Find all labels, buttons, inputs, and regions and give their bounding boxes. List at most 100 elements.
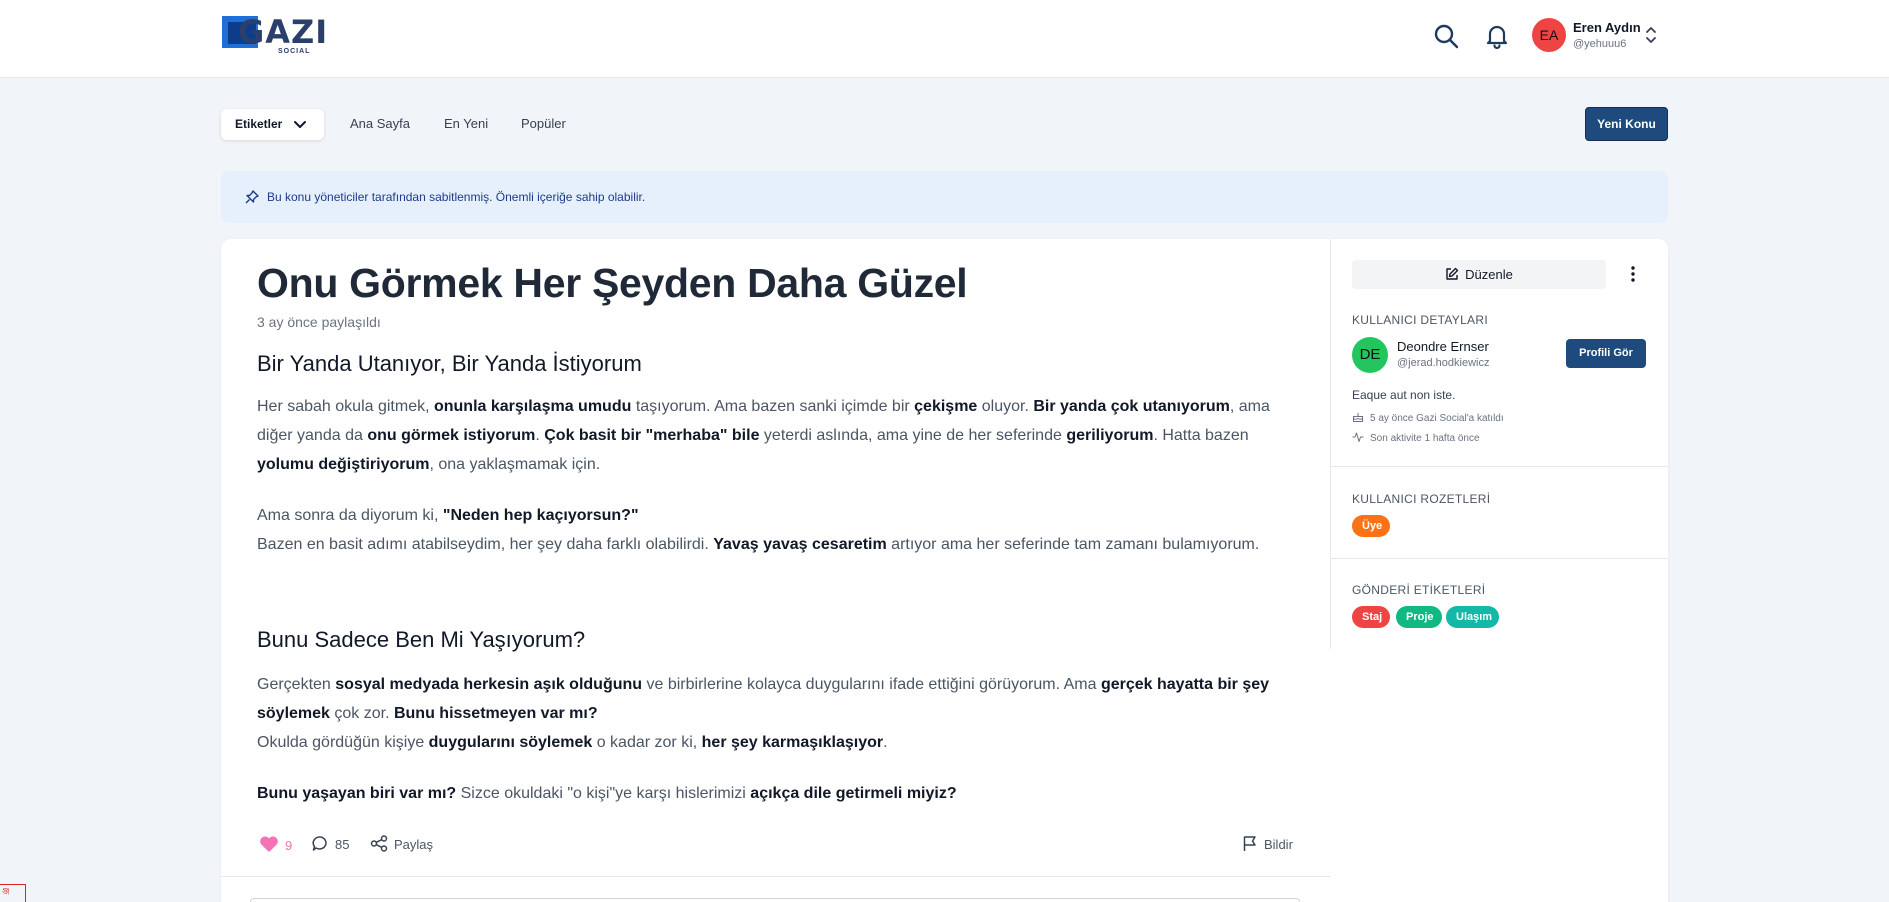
author-bio: Eaque aut non iste. bbox=[1352, 388, 1456, 402]
post-paragraph-2: Ama sonra da diyorum ki, "Neden hep kaçı… bbox=[257, 501, 1277, 559]
body-text: Her sabah okula gitmek, bbox=[257, 398, 434, 415]
emphasis-text: Bunu hissetmeyen var mı? bbox=[393, 705, 598, 722]
nav-link-home[interactable]: Ana Sayfa bbox=[350, 116, 410, 132]
author-handle: @jerad.hodkiewicz bbox=[1397, 357, 1490, 369]
edit-icon bbox=[1446, 267, 1459, 280]
body-text: oluyor. bbox=[977, 398, 1034, 415]
post-tags-heading: GÖNDERİ ETİKETLERİ bbox=[1352, 583, 1486, 597]
comment-input[interactable] bbox=[250, 898, 1300, 902]
emphasis-text: Yavaş yavaş cesaretim bbox=[713, 536, 887, 553]
post-paragraph-1: Her sabah okula gitmek, onunla karşılaşm… bbox=[257, 392, 1277, 479]
comment-count: 85 bbox=[335, 837, 350, 852]
nav-link-popular[interactable]: Popüler bbox=[521, 116, 566, 132]
body-text: Gerçekten bbox=[257, 676, 336, 693]
last-active-text: Son aktivite 1 hafta önce bbox=[1370, 433, 1480, 444]
post-heading-2: Bunu Sadece Ben Mi Yaşıyorum? bbox=[257, 627, 586, 652]
post-date: 3 ay önce paylaşıldı bbox=[257, 314, 381, 330]
like-button[interactable]: 9 bbox=[259, 835, 292, 854]
emphasis-text: onunla karşılaşma umudu bbox=[433, 398, 632, 415]
body-text: ve birbirlerine kolayca duygularını ifad… bbox=[642, 676, 1101, 693]
emphasis-text: geriliyorum bbox=[1066, 427, 1154, 444]
tag-ulasim[interactable]: Ulaşım bbox=[1446, 606, 1499, 628]
user-details-heading: KULLANICI DETAYLARI bbox=[1352, 313, 1488, 327]
emphasis-text: Bunu yaşayan biri var mı? bbox=[257, 785, 457, 802]
post-paragraph-3: Gerçekten sosyal medyada herkesin aşık o… bbox=[257, 670, 1277, 757]
user-name[interactable]: Eren Aydın bbox=[1573, 20, 1641, 36]
body-text: Ama sonra da diyorum ki, bbox=[257, 507, 443, 524]
gazi-social-logo[interactable]: GAZI SOCIAL bbox=[222, 14, 327, 58]
top-bar: GAZI SOCIAL EA Eren Aydın @yehuuu6 bbox=[0, 0, 1889, 78]
body-text: artıyor ama her seferinde tam zamanı bul… bbox=[886, 536, 1260, 553]
comment-icon bbox=[312, 836, 327, 851]
cake-icon bbox=[1353, 413, 1363, 422]
emphasis-text: onu görmek istiyorum bbox=[367, 427, 536, 444]
post-title: Onu Görmek Her Şeyden Daha Güzel bbox=[257, 260, 968, 306]
body-text: . Hatta bazen bbox=[1153, 427, 1249, 444]
nav-link-newest[interactable]: En Yeni bbox=[444, 116, 488, 132]
sidebar-divider-2 bbox=[1331, 558, 1668, 559]
body-text: . bbox=[535, 427, 545, 444]
body-text: Bazen en basit adımı atabilseydim, her ş… bbox=[257, 536, 714, 553]
emphasis-text: "Neden hep kaçıyorsun?" bbox=[442, 507, 639, 524]
actions-divider bbox=[221, 876, 1330, 877]
emphasis-text: Çok basit bir "merhaba" bile bbox=[544, 427, 760, 444]
comment-button[interactable]: 85 bbox=[312, 835, 349, 853]
body-text: taşıyorum. Ama bazen sanki içimde bir bbox=[631, 398, 915, 415]
report-label: Bildir bbox=[1264, 837, 1293, 852]
badge-member: Üye bbox=[1352, 515, 1390, 537]
like-count: 9 bbox=[285, 838, 293, 853]
body-text: yeterdi aslında, ama yine de her seferin… bbox=[759, 427, 1067, 444]
corner-glyph: ঞ্জ bbox=[0, 884, 26, 902]
body-text: çok zor. bbox=[329, 705, 394, 722]
author-avatar[interactable]: DE bbox=[1352, 337, 1388, 373]
user-avatar[interactable]: EA bbox=[1532, 18, 1566, 52]
emphasis-text: duygularını söylemek bbox=[428, 734, 593, 751]
user-badges-heading: KULLANICI ROZETLERİ bbox=[1352, 492, 1491, 506]
edit-button-label: Düzenle bbox=[1465, 267, 1513, 282]
report-button[interactable]: Bildir bbox=[1242, 835, 1293, 853]
tag-proje[interactable]: Proje bbox=[1396, 606, 1442, 628]
heart-icon bbox=[260, 836, 278, 852]
sidebar-divider-1 bbox=[1331, 466, 1668, 467]
share-icon bbox=[370, 835, 388, 852]
emphasis-text: her şey karmaşıklaşıyor bbox=[701, 734, 884, 751]
more-options-icon[interactable] bbox=[1624, 264, 1642, 284]
last-active-line: Son aktivite 1 hafta önce bbox=[1352, 431, 1480, 445]
body-text: o kadar zor ki, bbox=[592, 734, 702, 751]
pinned-notice: Bu konu yöneticiler tarafından sabitlenm… bbox=[221, 171, 1668, 223]
tag-staj[interactable]: Staj bbox=[1352, 606, 1390, 628]
new-topic-button[interactable]: Yeni Konu bbox=[1585, 107, 1668, 141]
body-text: Sizce okuldaki "o kişi"ye karşı hislerim… bbox=[456, 785, 751, 802]
emphasis-text: yolumu değiştiriyorum bbox=[257, 456, 430, 473]
bell-icon[interactable] bbox=[1483, 22, 1511, 50]
body-text: Okulda gördüğün kişiye bbox=[257, 734, 429, 751]
emphasis-text: açıkça dile getirmeli miyiz? bbox=[750, 785, 957, 802]
joined-text: 5 ay önce Gazi Social'a katıldı bbox=[1370, 413, 1504, 424]
emphasis-text: Bir yanda çok utanıyorum bbox=[1033, 398, 1230, 415]
pin-icon bbox=[245, 190, 259, 204]
activity-icon bbox=[1352, 432, 1364, 442]
post-paragraph-4: Bunu yaşayan biri var mı? Sizce okuldaki… bbox=[257, 779, 1277, 808]
post-heading-1: Bir Yanda Utanıyor, Bir Yanda İstiyorum bbox=[257, 351, 642, 376]
tags-dropdown-label: Etiketler bbox=[235, 117, 283, 131]
emphasis-text: çekişme bbox=[914, 398, 978, 415]
joined-line: 5 ay önce Gazi Social'a katıldı bbox=[1352, 411, 1504, 425]
logo-subtext: SOCIAL bbox=[278, 48, 311, 55]
share-button[interactable]: Paylaş bbox=[370, 835, 433, 853]
emphasis-text: sosyal medyada herkesin aşık olduğunu bbox=[335, 676, 643, 693]
edit-button[interactable]: Düzenle bbox=[1352, 260, 1606, 289]
sidebar-divider bbox=[1330, 239, 1331, 649]
body-text: . bbox=[883, 734, 888, 751]
chevron-up-down-icon[interactable] bbox=[1644, 26, 1658, 44]
logo-text: GAZI bbox=[238, 13, 329, 51]
body-text: , ona yaklaşmamak için. bbox=[429, 456, 601, 473]
flag-icon bbox=[1243, 836, 1256, 851]
user-handle: @yehuuu6 bbox=[1573, 38, 1627, 50]
tags-dropdown[interactable]: Etiketler bbox=[221, 109, 324, 140]
share-label: Paylaş bbox=[394, 837, 434, 852]
chevron-down-icon bbox=[294, 121, 306, 128]
search-icon[interactable] bbox=[1432, 22, 1460, 50]
pinned-notice-text: Bu konu yöneticiler tarafından sabitlenm… bbox=[267, 190, 646, 204]
author-name[interactable]: Deondre Ernser bbox=[1397, 339, 1489, 355]
view-profile-button[interactable]: Profili Gör bbox=[1566, 339, 1646, 368]
